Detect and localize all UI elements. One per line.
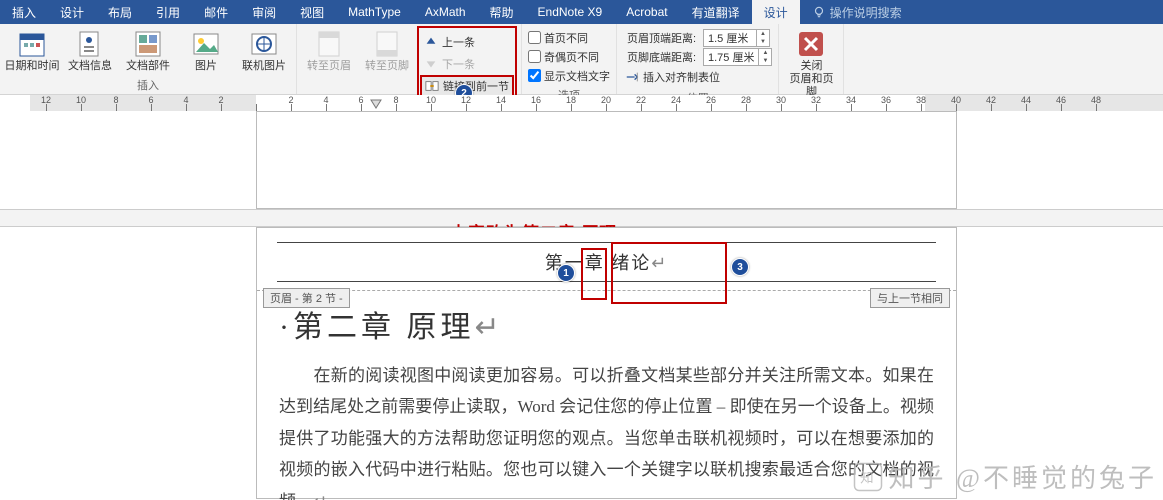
show-doc-text-check[interactable]: 显示文档文字 xyxy=(526,66,612,85)
ribbon: 日期和时间 文档信息 文档部件 图片 联机图片 插入 xyxy=(0,24,1163,95)
group-navigation: 转至页眉 转至页脚 上一条 下一条 xyxy=(297,24,522,94)
same-as-previous-tag: 与上一节相同 xyxy=(870,288,950,308)
goto-footer-icon xyxy=(371,28,403,60)
docinfo-icon xyxy=(74,28,106,60)
onlinepic-button[interactable]: 联机图片 xyxy=(236,26,292,75)
tell-me-search[interactable]: 操作说明搜索 xyxy=(800,0,914,24)
indent-marker-icon[interactable] xyxy=(370,99,382,109)
link-icon xyxy=(425,79,439,93)
tab-references[interactable]: 引用 xyxy=(144,0,192,24)
zhihu-icon: 知 xyxy=(853,462,883,492)
calendar-icon xyxy=(16,28,48,60)
tab-review[interactable]: 审阅 xyxy=(240,0,288,24)
prev-section-button[interactable]: 上一条 xyxy=(420,31,514,53)
goto-header-icon xyxy=(313,28,345,60)
tab-icon xyxy=(625,70,639,84)
spin-up-icon[interactable]: ▲ xyxy=(757,30,769,38)
tab-hf-design[interactable]: 设计 xyxy=(752,0,800,24)
tell-me-label: 操作说明搜索 xyxy=(830,4,902,21)
goto-footer-label: 转至页脚 xyxy=(365,60,409,73)
header-section-tag: 页眉 - 第 2 节 - xyxy=(263,288,350,308)
odd-even-diff-box[interactable] xyxy=(528,50,541,63)
odd-even-label: 奇偶页不同 xyxy=(544,49,599,65)
group-insert-label: 插入 xyxy=(137,75,159,95)
docparts-icon xyxy=(132,28,164,60)
tab-youdao[interactable]: 有道翻译 xyxy=(680,0,752,24)
header-zone[interactable]: 第一章 绪论↵ 1 3 页眉 - 第 2 节 - 与上一节相同 xyxy=(257,228,956,291)
horizontal-ruler[interactable]: 1210864224681012141618202224262830323436… xyxy=(30,95,1163,111)
step-badge-1: 1 xyxy=(557,264,575,282)
document-area: 内容改为第二章 原理 第一章 绪论↵ 1 3 页眉 - 第 2 节 - 与上一节… xyxy=(0,111,1163,500)
spin-up-icon[interactable]: ▲ xyxy=(759,49,771,57)
annotation-box-1 xyxy=(581,248,607,300)
footer-bottom-distance[interactable]: 页脚底端距离: 1.75 厘米▲▼ xyxy=(621,47,774,66)
first-page-diff-check[interactable]: 首页不同 xyxy=(526,28,612,47)
header-top-value[interactable]: 1.5 厘米 xyxy=(704,30,756,46)
spin-down-icon[interactable]: ▼ xyxy=(757,38,769,46)
tab-help[interactable]: 帮助 xyxy=(478,0,526,24)
step-badge-3: 3 xyxy=(731,258,749,276)
page-scroll-area[interactable]: 内容改为第二章 原理 第一章 绪论↵ 1 3 页眉 - 第 2 节 - 与上一节… xyxy=(250,111,963,500)
close-icon xyxy=(795,28,827,60)
onlinepic-label: 联机图片 xyxy=(242,60,286,73)
arrow-down-icon xyxy=(424,57,438,71)
tab-layout[interactable]: 布局 xyxy=(96,0,144,24)
document-body[interactable]: ·第二章 原理↵ 在新的阅读视图中阅读更加容易。可以折叠文档某些部分并关注所需文… xyxy=(257,291,956,500)
align-tab-label: 插入对齐制表位 xyxy=(643,69,720,85)
footer-bottom-label: 页脚底端距离: xyxy=(627,49,699,65)
datetime-label: 日期和时间 xyxy=(5,60,60,73)
tab-endnote[interactable]: EndNote X9 xyxy=(526,0,615,24)
docparts-label: 文档部件 xyxy=(126,60,170,73)
next-label: 下一条 xyxy=(442,56,475,72)
arrow-up-icon xyxy=(424,35,438,49)
close-hf-label: 关闭 页眉和页脚 xyxy=(785,60,837,99)
picture-label: 图片 xyxy=(195,60,217,73)
show-doc-text-box[interactable] xyxy=(528,69,541,82)
header-top-distance[interactable]: 页眉顶端距离: 1.5 厘米▲▼ xyxy=(621,28,774,47)
docparts-button[interactable]: 文档部件 xyxy=(120,26,176,75)
group-insert: 日期和时间 文档信息 文档部件 图片 联机图片 插入 xyxy=(0,24,297,94)
ribbon-tabstrip: 插入 设计 布局 引用 邮件 审阅 视图 MathType AxMath 帮助 … xyxy=(0,0,1163,24)
previous-page-tail xyxy=(256,111,957,209)
group-position: 页眉顶端距离: 1.5 厘米▲▼ 页脚底端距离: 1.75 厘米▲▼ 插入对齐制… xyxy=(617,24,779,94)
tab-insert[interactable]: 插入 xyxy=(0,0,48,24)
annotation-box-3 xyxy=(611,242,727,304)
odd-even-diff-check[interactable]: 奇偶页不同 xyxy=(526,47,612,66)
next-section-button: 下一条 xyxy=(420,53,514,75)
heading-chapter-2[interactable]: ·第二章 原理↵ xyxy=(279,299,934,356)
prev-label: 上一条 xyxy=(442,34,475,50)
goto-footer-button: 转至页脚 xyxy=(359,26,415,75)
goto-header-label: 转至页眉 xyxy=(307,60,351,73)
link-label: 链接到前一节 xyxy=(443,78,509,94)
show-doc-text-label: 显示文档文字 xyxy=(544,68,610,84)
tab-axmath[interactable]: AxMath xyxy=(413,0,478,24)
svg-text:知: 知 xyxy=(860,469,876,485)
body-paragraph[interactable]: 在新的阅读视图中阅读更加容易。可以折叠文档某些部分并关注所需文本。如果在达到结尾… xyxy=(279,360,934,500)
tab-mailings[interactable]: 邮件 xyxy=(192,0,240,24)
docinfo-button[interactable]: 文档信息 xyxy=(62,26,118,75)
picture-icon xyxy=(190,28,222,60)
lightbulb-icon xyxy=(812,5,826,19)
insert-align-tab-button[interactable]: 插入对齐制表位 xyxy=(621,66,774,88)
watermark: 知 知乎 @不睡觉的兔子 xyxy=(853,458,1157,495)
group-options: 首页不同 奇偶页不同 显示文档文字 选项 xyxy=(522,24,617,94)
close-hf-button[interactable]: 关闭 页眉和页脚 xyxy=(783,26,839,101)
onlinepic-icon xyxy=(248,28,280,60)
watermark-text: 知乎 @不睡觉的兔子 xyxy=(889,458,1157,495)
picture-button[interactable]: 图片 xyxy=(178,26,234,75)
tab-acrobat[interactable]: Acrobat xyxy=(614,0,679,24)
tab-view[interactable]: 视图 xyxy=(288,0,336,24)
spin-down-icon[interactable]: ▼ xyxy=(759,57,771,65)
tab-mathtype[interactable]: MathType xyxy=(336,0,413,24)
group-close: 关闭 页眉和页脚 关闭 xyxy=(779,24,844,94)
first-page-diff-label: 首页不同 xyxy=(544,30,588,46)
datetime-button[interactable]: 日期和时间 xyxy=(4,26,60,75)
footer-bottom-value[interactable]: 1.75 厘米 xyxy=(704,49,758,65)
first-page-diff-box[interactable] xyxy=(528,31,541,44)
goto-header-button: 转至页眉 xyxy=(301,26,357,75)
header-top-label: 页眉顶端距离: xyxy=(627,30,699,46)
tab-design1[interactable]: 设计 xyxy=(48,0,96,24)
docinfo-label: 文档信息 xyxy=(68,60,112,73)
